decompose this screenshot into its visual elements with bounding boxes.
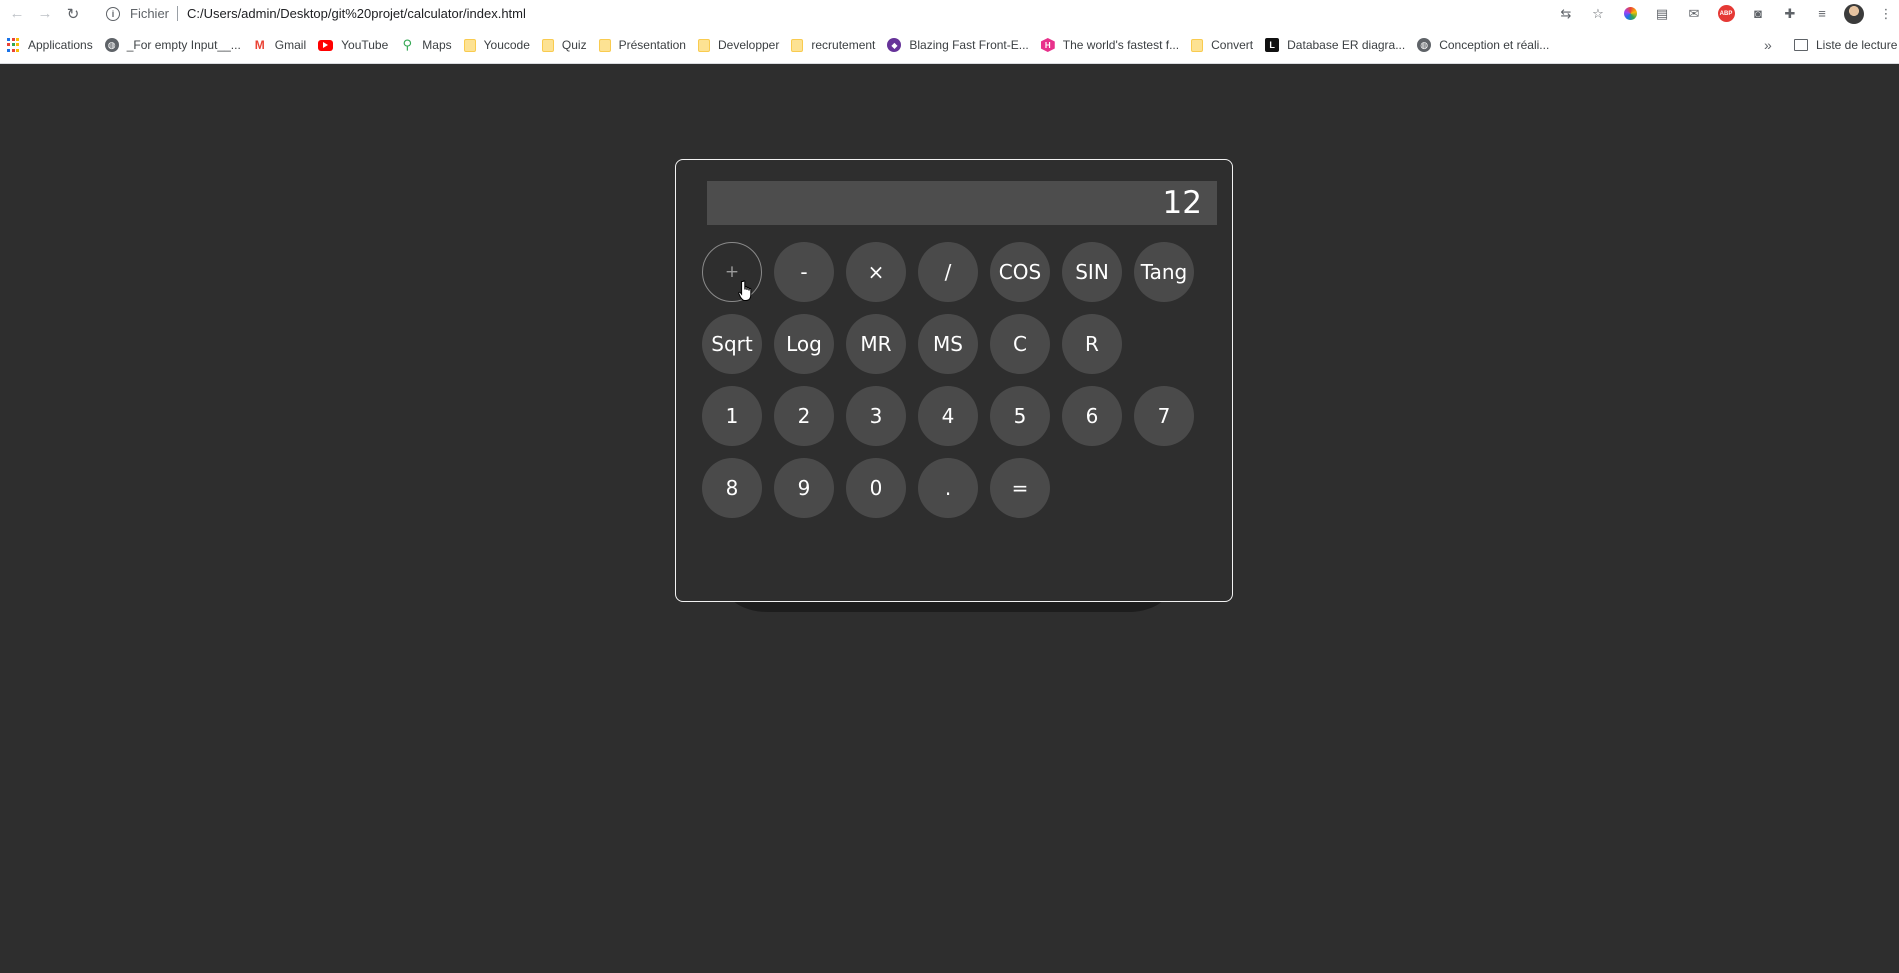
key-divide[interactable]: / — [918, 242, 978, 302]
key-tang[interactable]: Tang — [1134, 242, 1194, 302]
key-0[interactable]: 0 — [846, 458, 906, 518]
globe-icon: ◍ — [1417, 38, 1432, 52]
key-5[interactable]: 5 — [990, 386, 1050, 446]
back-arrow-icon[interactable]: ← — [6, 3, 28, 25]
extensions-icon[interactable]: ✚ — [1779, 3, 1801, 25]
reload-icon[interactable]: ↻ — [62, 3, 84, 25]
bookmark-applications[interactable]: Applications — [0, 34, 99, 56]
bookmark-worlds-fastest[interactable]: H The world's fastest f... — [1035, 34, 1185, 56]
key-8[interactable]: 8 — [702, 458, 762, 518]
folder-icon — [541, 38, 554, 52]
key-9[interactable]: 9 — [774, 458, 834, 518]
key-6[interactable]: 6 — [1062, 386, 1122, 446]
calculator: 12 + - × / COS SIN Tang Sqrt Log MR MS C… — [675, 159, 1233, 602]
adblock-icon[interactable]: ABP — [1715, 3, 1737, 25]
bookmark-database-er[interactable]: L Database ER diagra... — [1259, 34, 1411, 56]
more-bookmarks-icon[interactable]: » — [1764, 33, 1772, 57]
star-icon[interactable]: ☆ — [1587, 3, 1609, 25]
browser-toolbar: ← → ↻ i Fichier C:/Users/admin/Desktop/g… — [0, 0, 1899, 27]
menu-icon[interactable]: ⋮ — [1875, 3, 1897, 25]
mail-icon[interactable]: ✉ — [1683, 3, 1705, 25]
bookmark-developper[interactable]: Developper — [692, 34, 785, 56]
globe-icon: ◍ — [104, 38, 119, 52]
address-bar[interactable]: i Fichier C:/Users/admin/Desktop/git%20p… — [106, 2, 1546, 25]
bookmark-presentation[interactable]: Présentation — [593, 34, 692, 56]
blazing-icon: ◆ — [887, 38, 902, 52]
toolbar-actions: ⇆ ☆ ▤ ✉ ABP ◙ ✚ ≡ ⋮ — [1545, 2, 1899, 25]
bookmark-blazing-fast[interactable]: ◆ Blazing Fast Front-E... — [881, 34, 1034, 56]
bookmark-maps[interactable]: ⚲ Maps — [394, 34, 457, 56]
folder-icon — [463, 38, 476, 52]
bookmarks-bar: Applications ◍ _For empty Input__... M G… — [0, 33, 1899, 57]
key-4[interactable]: 4 — [918, 386, 978, 446]
bookmark-youtube[interactable]: YouTube — [312, 34, 394, 56]
key-cos[interactable]: COS — [990, 242, 1050, 302]
hand-pointer-cursor-icon — [738, 280, 752, 301]
bookmark-recrutement[interactable]: recrutement — [785, 34, 881, 56]
folder-icon — [598, 38, 611, 52]
key-multiply[interactable]: × — [846, 242, 906, 302]
reading-list-icon — [1794, 39, 1808, 51]
key-sin[interactable]: SIN — [1062, 242, 1122, 302]
bookmark-for-empty-input[interactable]: ◍ _For empty Input__... — [99, 34, 247, 56]
calculator-display: 12 — [707, 181, 1217, 225]
key-ms[interactable]: MS — [918, 314, 978, 374]
url-text[interactable]: C:/Users/admin/Desktop/git%20projet/calc… — [187, 6, 526, 21]
key-2[interactable]: 2 — [774, 386, 834, 446]
forward-arrow-icon[interactable]: → — [34, 3, 56, 25]
key-sqrt[interactable]: Sqrt — [702, 314, 762, 374]
key-r[interactable]: R — [1062, 314, 1122, 374]
profile-avatar[interactable] — [1843, 3, 1865, 25]
key-decimal[interactable]: . — [918, 458, 978, 518]
folder-icon — [697, 38, 710, 52]
maps-pin-icon: ⚲ — [402, 37, 413, 52]
key-mr[interactable]: MR — [846, 314, 906, 374]
folder-icon — [791, 38, 804, 52]
bookmark-gmail[interactable]: M Gmail — [247, 34, 312, 56]
media-icon[interactable]: ≡ — [1811, 3, 1833, 25]
key-clear[interactable]: C — [990, 314, 1050, 374]
apps-grid-icon — [6, 38, 20, 52]
youtube-icon — [318, 39, 334, 51]
gmail-icon: M — [254, 38, 265, 52]
reading-list[interactable]: Liste de lecture — [1794, 33, 1897, 57]
color-wheel-icon[interactable] — [1619, 3, 1641, 25]
dbdiagram-icon: L — [1265, 38, 1280, 52]
key-equals[interactable]: = — [990, 458, 1050, 518]
hex-icon: H — [1040, 38, 1055, 52]
browser-chrome: ← → ↻ i Fichier C:/Users/admin/Desktop/g… — [0, 0, 1899, 64]
address-separator — [177, 6, 179, 21]
key-plus[interactable]: + — [702, 242, 762, 302]
camera-icon[interactable]: ◙ — [1747, 3, 1769, 25]
key-1[interactable]: 1 — [702, 386, 762, 446]
folder-icon — [1191, 38, 1204, 52]
bookmark-youcode[interactable]: Youcode — [458, 34, 536, 56]
info-icon[interactable]: i — [106, 6, 120, 21]
key-7[interactable]: 7 — [1134, 386, 1194, 446]
translate-icon[interactable]: ⇆ — [1555, 3, 1577, 25]
key-log[interactable]: Log — [774, 314, 834, 374]
key-minus[interactable]: - — [774, 242, 834, 302]
scheme-label: Fichier — [130, 6, 170, 21]
calendar-icon[interactable]: ▤ — [1651, 3, 1673, 25]
bookmark-quiz[interactable]: Quiz — [536, 34, 593, 56]
key-3[interactable]: 3 — [846, 386, 906, 446]
bookmark-convert[interactable]: Convert — [1185, 34, 1259, 56]
bookmark-conception[interactable]: ◍ Conception et réali... — [1411, 34, 1555, 56]
